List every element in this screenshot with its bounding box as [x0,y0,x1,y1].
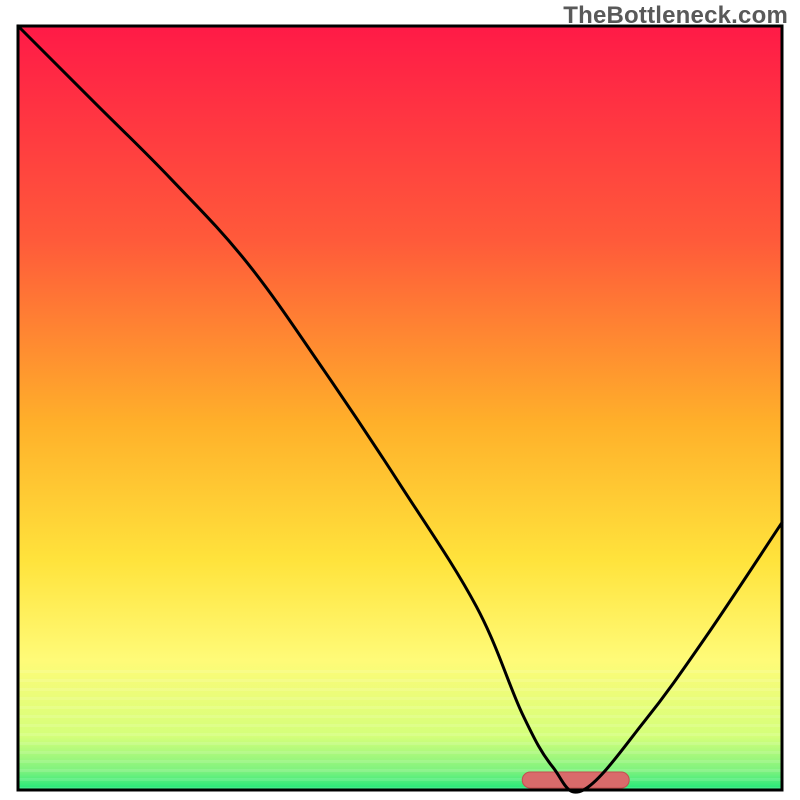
watermark-text: TheBottleneck.com [563,2,788,30]
optimal-zone-marker [522,772,629,788]
bottleneck-chart [0,0,800,800]
chart-container: TheBottleneck.com [0,0,800,800]
